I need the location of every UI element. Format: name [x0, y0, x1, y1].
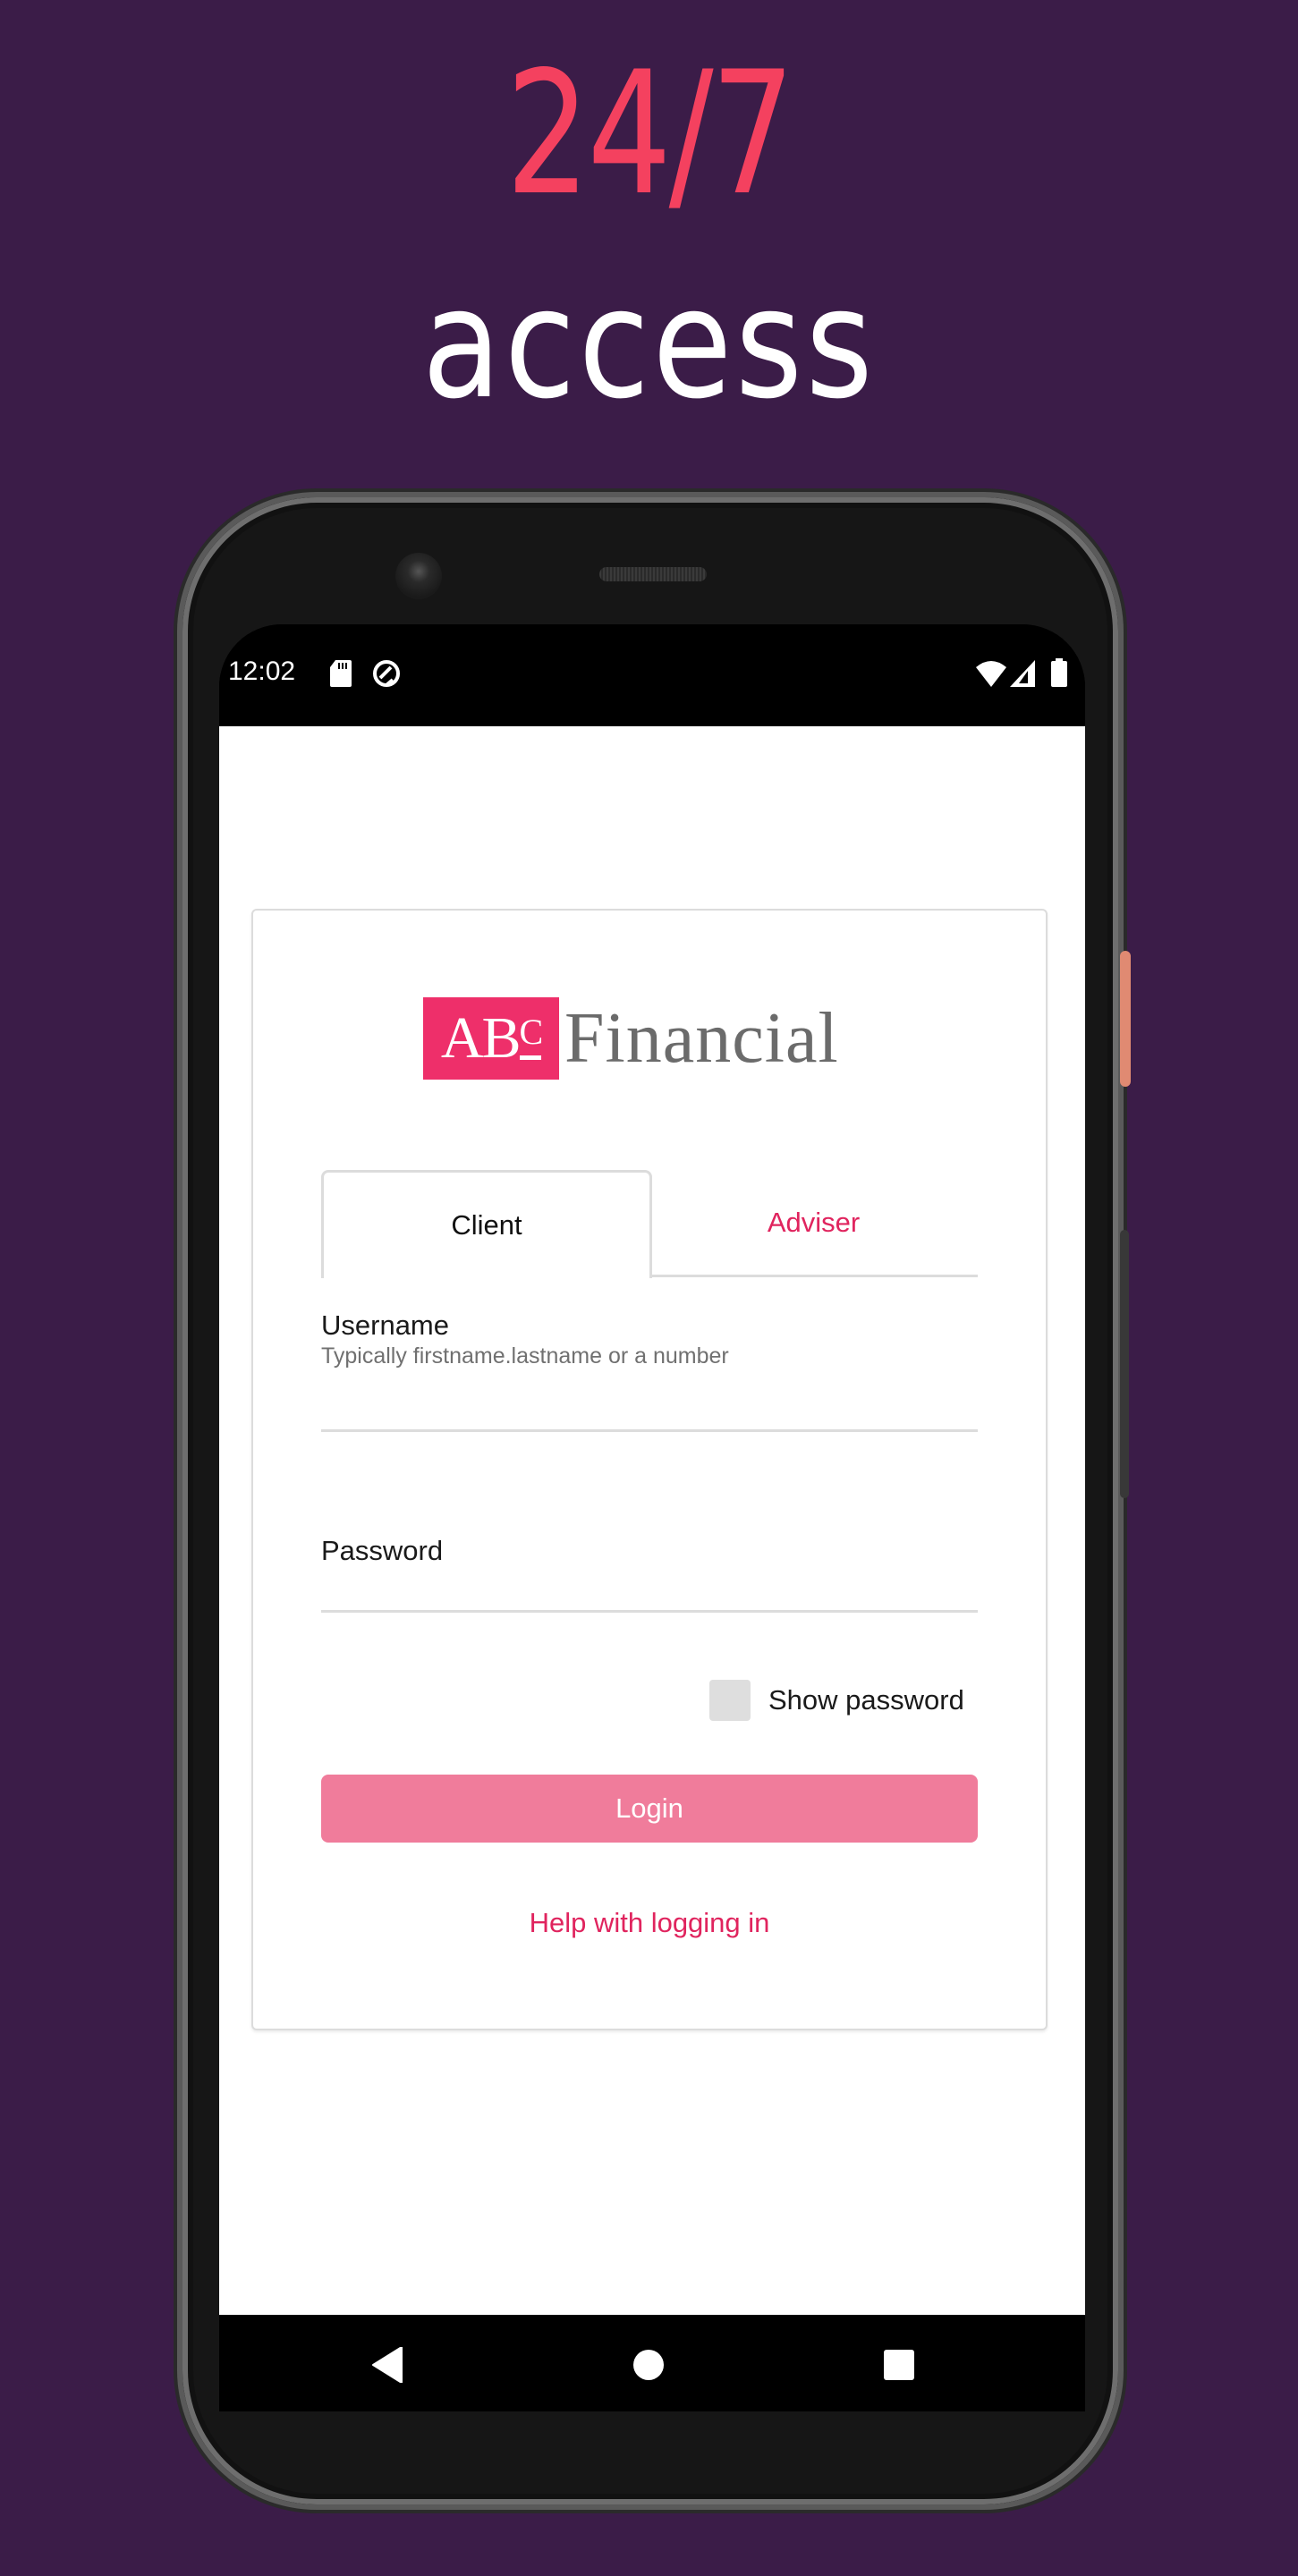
tab-adviser[interactable]: Adviser	[649, 1170, 978, 1277]
wifi-icon	[976, 660, 1006, 691]
show-password-checkbox[interactable]	[709, 1680, 751, 1721]
username-input[interactable]	[321, 1385, 978, 1432]
volume-rocker	[1120, 1230, 1129, 1498]
cell-signal-icon	[1010, 660, 1035, 691]
login-screen: AB C Financial Client Adviser Username Ty…	[219, 726, 1085, 2315]
promo-headline-accent: 24/7	[505, 35, 794, 233]
show-password-label: Show password	[768, 1684, 964, 1716]
back-icon[interactable]	[371, 2346, 403, 2387]
username-label: Username	[321, 1309, 449, 1341]
show-password-toggle[interactable]: Show password	[709, 1680, 964, 1721]
navigation-bar	[219, 2315, 1085, 2411]
username-hint: Typically firstname.lastname or a number	[321, 1343, 729, 1368]
promo-headline-main: access	[421, 256, 877, 433]
login-type-tabs: Client Adviser	[321, 1170, 978, 1278]
data-saver-icon	[371, 658, 402, 693]
battery-icon	[1051, 658, 1067, 691]
status-time: 12:02	[228, 657, 296, 686]
logo-mark: AB C	[423, 997, 559, 1080]
logo-mark-superscript: C	[519, 1011, 544, 1052]
logo-mark-text: AB	[440, 1005, 522, 1071]
abc-financial-logo: AB C Financial	[423, 996, 839, 1080]
logo-underbar	[520, 1055, 541, 1060]
sd-card-icon	[330, 660, 352, 691]
tab-client[interactable]: Client	[321, 1170, 652, 1278]
login-card: AB C Financial Client Adviser Username Ty…	[251, 909, 1048, 2030]
recents-icon[interactable]	[883, 2349, 915, 2385]
front-camera-icon	[395, 553, 442, 599]
help-logging-in-link[interactable]: Help with logging in	[253, 1907, 1046, 1939]
logo-wordmark: Financial	[564, 998, 839, 1078]
password-input[interactable]	[321, 1565, 978, 1613]
power-button	[1120, 951, 1131, 1087]
earpiece-speaker	[599, 567, 707, 581]
phone-screen: 12:02 AB C Financial Client Adviser User…	[219, 624, 1085, 2411]
password-label: Password	[321, 1535, 444, 1566]
status-bar: 12:02	[219, 624, 1085, 726]
home-icon[interactable]	[632, 2349, 665, 2385]
login-button[interactable]: Login	[321, 1775, 978, 1843]
